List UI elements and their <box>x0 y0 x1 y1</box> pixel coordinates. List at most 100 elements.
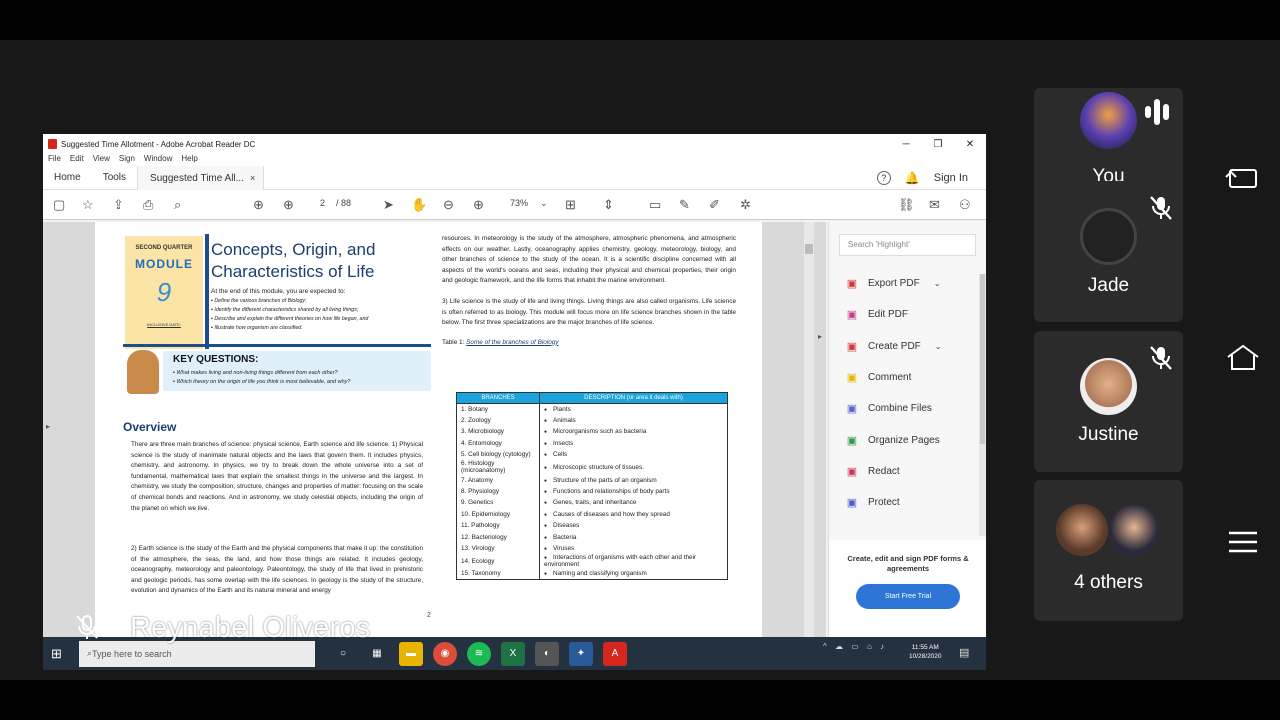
email-icon[interactable]: ✉ <box>929 197 940 213</box>
notification-bell-icon[interactable]: 🔔 <box>905 171 920 185</box>
menu-view[interactable]: View <box>93 154 110 166</box>
cortana-icon[interactable]: ○ <box>331 642 355 666</box>
menu-help[interactable]: Help <box>181 154 197 166</box>
chrome-icon[interactable]: ◉ <box>433 641 457 666</box>
search-icon[interactable]: ⌕ <box>174 197 181 213</box>
avatar <box>1108 504 1160 556</box>
tool-item[interactable]: ▣ Comment <box>845 362 942 393</box>
file-explorer-icon[interactable]: ▬ <box>399 641 423 666</box>
taskbar-clock[interactable]: 11:55 AM 10/28/2020 <box>909 643 942 661</box>
description-cell: Plants <box>538 403 729 415</box>
promo-text: Create, edit and sign PDF forms & agreem… <box>847 554 969 573</box>
description-cell: Causes of diseases and how they spread <box>538 508 729 521</box>
next-page-icon[interactable]: ⊕ <box>283 197 294 213</box>
tab-close-icon[interactable]: × <box>250 173 255 183</box>
zoom-level[interactable]: 73% <box>510 198 528 208</box>
meeting-stage: Suggested Time Allotment - Adobe Acrobat… <box>0 40 1280 680</box>
spotify-icon[interactable]: ≋ <box>467 641 491 666</box>
table-row: 2. ZoologyAnimals <box>456 414 729 427</box>
windows-start-icon[interactable]: ⊞ <box>51 646 67 662</box>
action-center-icon[interactable]: ▤ <box>959 646 969 659</box>
scroll-mode-icon[interactable]: ⇕ <box>603 197 614 213</box>
participant-tile-justine[interactable]: Justine <box>1034 331 1183 472</box>
presenter-mic-muted-icon <box>76 615 98 639</box>
tool-item[interactable]: ▣ Export PDF ⌄ <box>845 268 942 299</box>
participant-tile-others[interactable]: 4 others <box>1034 480 1183 621</box>
upload-icon[interactable]: ⇪ <box>113 197 124 213</box>
hand-tool-icon[interactable]: ✋ <box>411 197 427 213</box>
participant-tile-jade[interactable]: Jade <box>1034 181 1183 322</box>
app-icon[interactable]: ✦ <box>569 641 593 666</box>
select-cursor-icon[interactable]: ➤ <box>383 197 394 213</box>
bookmark-star-icon[interactable]: ☆ <box>82 197 94 213</box>
tool-item[interactable]: ▣ Create PDF ⌄ <box>845 331 942 362</box>
menu-hamburger-icon[interactable] <box>1224 527 1262 557</box>
title-divider <box>205 234 209 349</box>
presenter-name: Reynabel Oliveros <box>130 612 371 644</box>
kq-title: KEY QUESTIONS: <box>173 354 259 365</box>
tool-item[interactable]: ▣ Redact <box>845 456 942 487</box>
close-button[interactable]: ✕ <box>954 139 986 150</box>
more-tools-icon[interactable]: ✲ <box>740 197 751 213</box>
document-scrollbar[interactable] <box>804 222 814 637</box>
tab-home[interactable]: Home <box>43 172 92 183</box>
help-icon[interactable]: ? <box>876 170 891 185</box>
collapse-tools-arrow-icon[interactable]: ▸ <box>818 332 822 341</box>
document-viewport[interactable]: ▸ SECOND QUARTER MODULE 9 INCLUSIVE DATE… <box>43 222 826 637</box>
tools-search-input[interactable]: Search 'Highlight' <box>839 234 976 256</box>
maximize-button[interactable]: ❐ <box>922 139 954 150</box>
rotate-screen-icon[interactable] <box>1224 163 1262 193</box>
scrollbar-thumb[interactable] <box>805 244 813 254</box>
menu-file[interactable]: File <box>48 154 61 166</box>
zoom-in-icon[interactable]: ⊕ <box>473 197 484 213</box>
system-tray-icons[interactable]: ^ ☁ ▭ ⌂ ♪ <box>823 642 887 651</box>
description-cell: Viruses <box>538 542 729 555</box>
page-total: / 88 <box>336 198 352 208</box>
task-view-icon[interactable]: ▦ <box>365 642 389 666</box>
highlight-pen-icon[interactable]: ✎ <box>679 197 690 213</box>
tab-document[interactable]: Suggested Time All... × <box>137 165 265 190</box>
zoom-chevron-icon[interactable]: ⌄ <box>540 198 548 209</box>
tool-item-label: Export PDF <box>868 278 920 290</box>
tools-scrollbar-thumb[interactable] <box>980 274 985 444</box>
acrobat-taskbar-icon[interactable]: A <box>603 641 627 666</box>
module-title: Concepts, Origin, and Characteristics of… <box>211 240 376 281</box>
avatar <box>1056 504 1108 556</box>
menu-sign[interactable]: Sign <box>119 154 135 166</box>
tool-item[interactable]: ▣ Edit PDF <box>845 299 942 330</box>
prev-page-icon[interactable]: ⊕ <box>253 197 264 213</box>
app-icon[interactable]: ◐ <box>535 641 559 666</box>
fit-page-icon[interactable]: ⊞ <box>565 197 576 213</box>
comment-icon[interactable]: ▭ <box>649 197 661 213</box>
tools-scrollbar[interactable] <box>979 274 986 536</box>
table-row: 9. GeneticsGenes, traits, and inheritanc… <box>456 497 729 509</box>
tool-item-label: Create PDF <box>868 340 921 352</box>
draw-icon[interactable]: ✐ <box>709 197 720 213</box>
description-cell: Genes, traits, and inheritance <box>538 497 729 509</box>
start-trial-button[interactable]: Start Free Trial <box>856 584 960 609</box>
sign-in-link[interactable]: Sign In <box>934 172 968 184</box>
chevron-down-icon[interactable]: ⌄ <box>935 342 942 351</box>
page-number-input[interactable]: 2 <box>320 198 325 208</box>
tool-item[interactable]: ▣ Protect <box>845 487 942 518</box>
save-icon[interactable]: ▢ <box>53 197 65 213</box>
menu-window[interactable]: Window <box>144 154 172 166</box>
minimize-button[interactable]: ─ <box>890 139 922 150</box>
user-add-icon[interactable]: ⚇ <box>959 197 971 213</box>
tool-item[interactable]: ▣ Organize Pages <box>845 424 942 455</box>
menu-edit[interactable]: Edit <box>70 154 84 166</box>
kq-item: ▪ Which theory on the origin of life you… <box>173 379 351 385</box>
chevron-down-icon[interactable]: ⌄ <box>934 279 941 288</box>
share-link-icon[interactable]: ⛓ <box>898 197 915 213</box>
tool-item[interactable]: ▣ Combine Files <box>845 393 942 424</box>
left-panel-arrow-icon[interactable]: ▸ <box>46 422 50 431</box>
table-row: 3. MicrobiologyMicroorganisms such as ba… <box>456 426 729 438</box>
tab-tools[interactable]: Tools <box>92 172 137 183</box>
print-icon[interactable]: ⎙ <box>143 197 153 213</box>
zoom-out-icon[interactable]: ⊖ <box>443 197 454 213</box>
excel-icon[interactable]: X <box>501 641 525 666</box>
overview-heading: Overview <box>123 420 177 434</box>
mic-muted-icon <box>1150 196 1172 220</box>
avatar <box>1080 358 1137 415</box>
home-screen-icon[interactable] <box>1224 343 1262 373</box>
